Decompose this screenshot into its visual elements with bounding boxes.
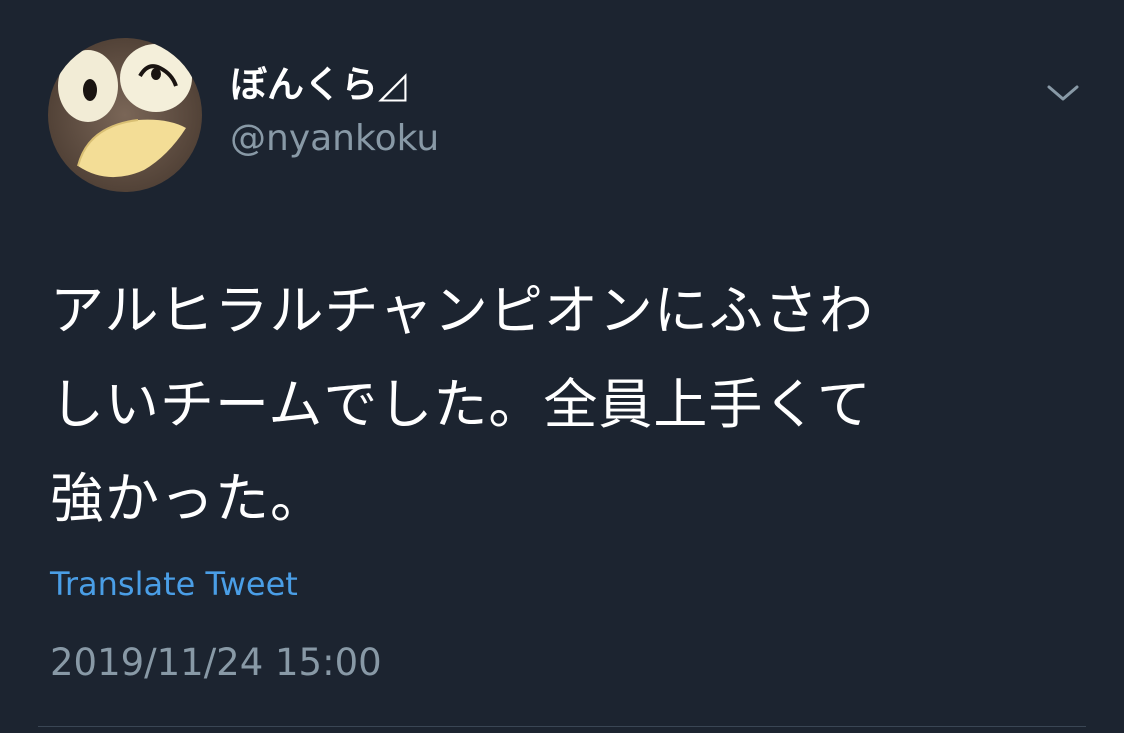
divider [38,726,1086,727]
translate-tweet-link[interactable]: Translate Tweet [50,560,298,608]
tweet-text-line: しいチームでした。全員上手くて [50,373,872,436]
display-name[interactable]: ぼんくら◿ [230,60,406,110]
user-handle[interactable]: @nyankoku [230,115,439,163]
chevron-down-icon [1047,85,1079,101]
cookie-face-avatar-icon [48,38,202,192]
more-options-button[interactable] [1040,76,1086,110]
tweet-timestamp: 2019/11/24 15:00 [50,641,382,684]
avatar[interactable] [48,38,202,192]
tweet-text: アルヒラルチャンピオンにふさわ しいチームでした。全員上手くて 強かった。 [50,264,1070,546]
tweet-text-line: アルヒラルチャンピオンにふさわ [50,279,874,342]
tweet-text-line: 強かった。 [50,467,325,530]
tweet-detail: ぼんくら◿ @nyankoku アルヒラルチャンピオンにふさわ しいチームでした… [0,0,1124,733]
